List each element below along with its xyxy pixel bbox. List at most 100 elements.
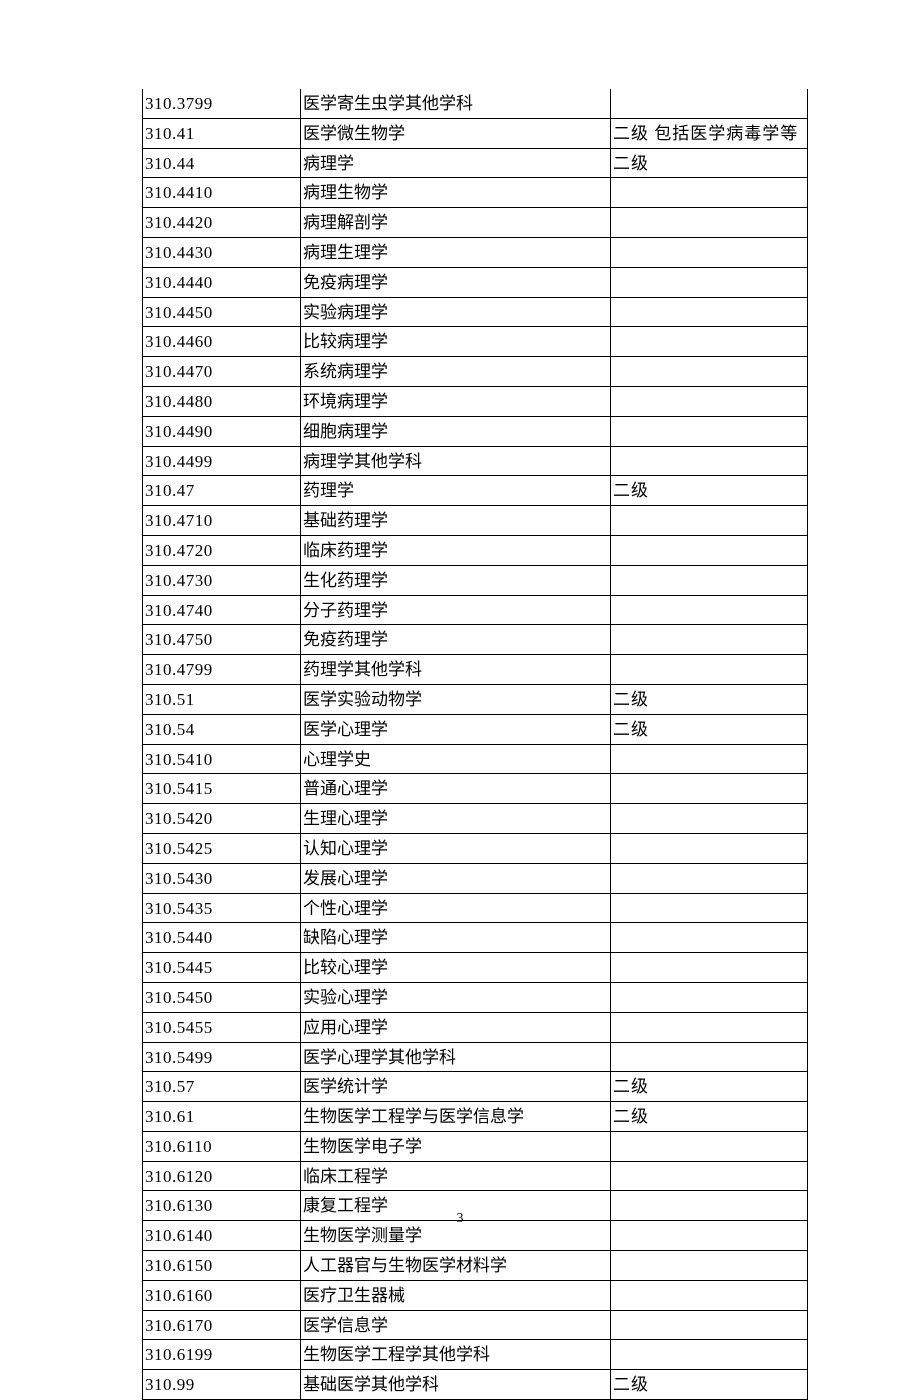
note-cell — [611, 297, 808, 327]
name-cell: 医学微生物学 — [301, 118, 611, 148]
table-row: 310.4799药理学其他学科 — [143, 655, 808, 685]
table-row: 310.6120临床工程学 — [143, 1161, 808, 1191]
name-cell: 心理学史 — [301, 744, 611, 774]
name-cell: 环境病理学 — [301, 386, 611, 416]
name-cell: 生化药理学 — [301, 565, 611, 595]
table-row: 310.5445比较心理学 — [143, 953, 808, 983]
code-cell: 310.5499 — [143, 1042, 301, 1072]
table-row: 310.5420生理心理学 — [143, 804, 808, 834]
name-cell: 病理生物学 — [301, 178, 611, 208]
table-row: 310.5450实验心理学 — [143, 982, 808, 1012]
code-cell: 310.51 — [143, 684, 301, 714]
code-cell: 310.4499 — [143, 446, 301, 476]
page-number: 3 — [0, 1211, 920, 1227]
table-row: 310.5440缺陷心理学 — [143, 923, 808, 953]
code-cell: 310.5420 — [143, 804, 301, 834]
note-cell — [611, 208, 808, 238]
note-cell — [611, 565, 808, 595]
name-cell: 系统病理学 — [301, 357, 611, 387]
table-row: 310.4730生化药理学 — [143, 565, 808, 595]
name-cell: 实验病理学 — [301, 297, 611, 327]
note-cell — [611, 1012, 808, 1042]
note-cell — [611, 804, 808, 834]
code-cell: 310.5445 — [143, 953, 301, 983]
note-cell: 二级 — [611, 684, 808, 714]
table-row: 310.61生物医学工程学与医学信息学二级 — [143, 1102, 808, 1132]
note-cell — [611, 1161, 808, 1191]
code-cell: 310.4750 — [143, 625, 301, 655]
note-cell: 二级 — [611, 148, 808, 178]
name-cell: 应用心理学 — [301, 1012, 611, 1042]
note-cell — [611, 506, 808, 536]
table-row: 310.54医学心理学二级 — [143, 714, 808, 744]
note-cell — [611, 535, 808, 565]
note-cell — [611, 982, 808, 1012]
code-cell: 310.6199 — [143, 1340, 301, 1370]
code-cell: 310.4440 — [143, 267, 301, 297]
note-cell: 二级 包括医学病毒学等 — [611, 118, 808, 148]
table-row: 310.47药理学二级 — [143, 476, 808, 506]
code-cell: 310.4730 — [143, 565, 301, 595]
table-row: 310.6170医学信息学 — [143, 1310, 808, 1340]
name-cell: 实验心理学 — [301, 982, 611, 1012]
name-cell: 缺陷心理学 — [301, 923, 611, 953]
note-cell — [611, 178, 808, 208]
table-row: 310.5430发展心理学 — [143, 863, 808, 893]
table-row: 310.5415普通心理学 — [143, 774, 808, 804]
table-row: 310.5425认知心理学 — [143, 833, 808, 863]
code-cell: 310.54 — [143, 714, 301, 744]
note-cell — [611, 863, 808, 893]
table-row: 310.4470系统病理学 — [143, 357, 808, 387]
name-cell: 医学统计学 — [301, 1072, 611, 1102]
code-cell: 310.4799 — [143, 655, 301, 685]
table-row: 310.4460比较病理学 — [143, 327, 808, 357]
note-cell: 二级 — [611, 476, 808, 506]
code-cell: 310.6120 — [143, 1161, 301, 1191]
code-cell: 310.6110 — [143, 1131, 301, 1161]
note-cell — [611, 327, 808, 357]
code-cell: 310.4420 — [143, 208, 301, 238]
name-cell: 药理学其他学科 — [301, 655, 611, 685]
name-cell: 发展心理学 — [301, 863, 611, 893]
name-cell: 比较病理学 — [301, 327, 611, 357]
code-cell: 310.44 — [143, 148, 301, 178]
note-cell — [611, 1251, 808, 1281]
name-cell: 人工器官与生物医学材料学 — [301, 1251, 611, 1281]
note-cell — [611, 1280, 808, 1310]
table-row: 310.51医学实验动物学二级 — [143, 684, 808, 714]
code-cell: 310.4460 — [143, 327, 301, 357]
note-cell — [611, 89, 808, 118]
name-cell: 医学信息学 — [301, 1310, 611, 1340]
note-cell — [611, 655, 808, 685]
code-cell: 310.3799 — [143, 89, 301, 118]
table-row: 310.5410心理学史 — [143, 744, 808, 774]
code-cell: 310.6150 — [143, 1251, 301, 1281]
code-cell: 310.4450 — [143, 297, 301, 327]
name-cell: 普通心理学 — [301, 774, 611, 804]
note-cell — [611, 1042, 808, 1072]
table-row: 310.4480环境病理学 — [143, 386, 808, 416]
code-cell: 310.4480 — [143, 386, 301, 416]
name-cell: 生物医学工程学其他学科 — [301, 1340, 611, 1370]
note-cell: 二级 — [611, 1102, 808, 1132]
name-cell: 药理学 — [301, 476, 611, 506]
name-cell: 免疫药理学 — [301, 625, 611, 655]
table-row: 310.4420病理解剖学 — [143, 208, 808, 238]
table-row: 310.4410病理生物学 — [143, 178, 808, 208]
name-cell: 病理学 — [301, 148, 611, 178]
name-cell: 医学寄生虫学其他学科 — [301, 89, 611, 118]
name-cell: 认知心理学 — [301, 833, 611, 863]
table-row: 310.4740分子药理学 — [143, 595, 808, 625]
code-cell: 310.5440 — [143, 923, 301, 953]
note-cell — [611, 833, 808, 863]
note-cell — [611, 386, 808, 416]
note-cell: 二级 — [611, 1370, 808, 1400]
name-cell: 病理学其他学科 — [301, 446, 611, 476]
name-cell: 免疫病理学 — [301, 267, 611, 297]
table-row: 310.5499医学心理学其他学科 — [143, 1042, 808, 1072]
name-cell: 基础医学其他学科 — [301, 1370, 611, 1400]
code-cell: 310.61 — [143, 1102, 301, 1132]
table-row: 310.6150人工器官与生物医学材料学 — [143, 1251, 808, 1281]
code-cell: 310.5430 — [143, 863, 301, 893]
name-cell: 生物医学电子学 — [301, 1131, 611, 1161]
